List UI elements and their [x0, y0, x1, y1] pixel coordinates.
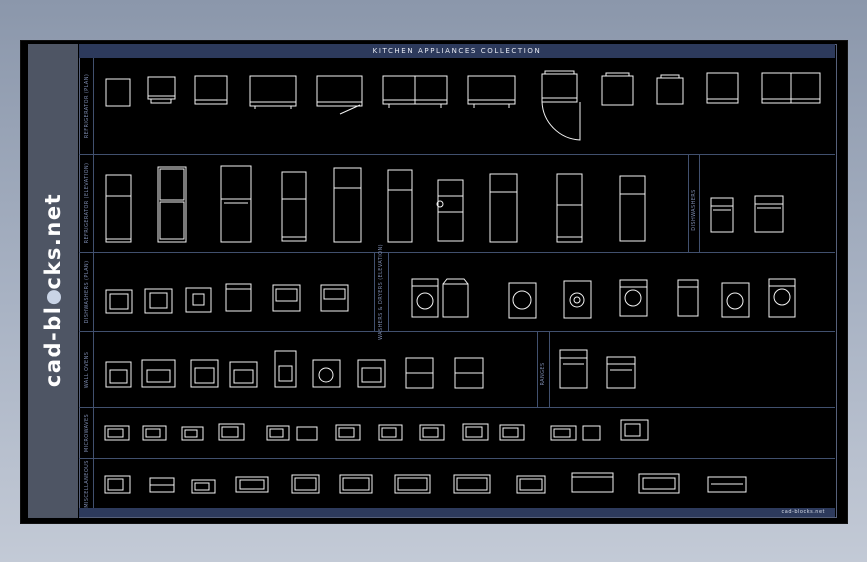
washer-dryer-blocks: [105, 278, 796, 319]
cad-drawing-art: [104, 70, 821, 494]
microwave-blocks: [104, 419, 649, 441]
refrigerator-elevation-blocks: [105, 165, 784, 243]
refrigerator-plan-blocks: [105, 70, 821, 141]
wall-oven-blocks: [105, 349, 636, 389]
miscellaneous-blocks: [104, 472, 747, 494]
